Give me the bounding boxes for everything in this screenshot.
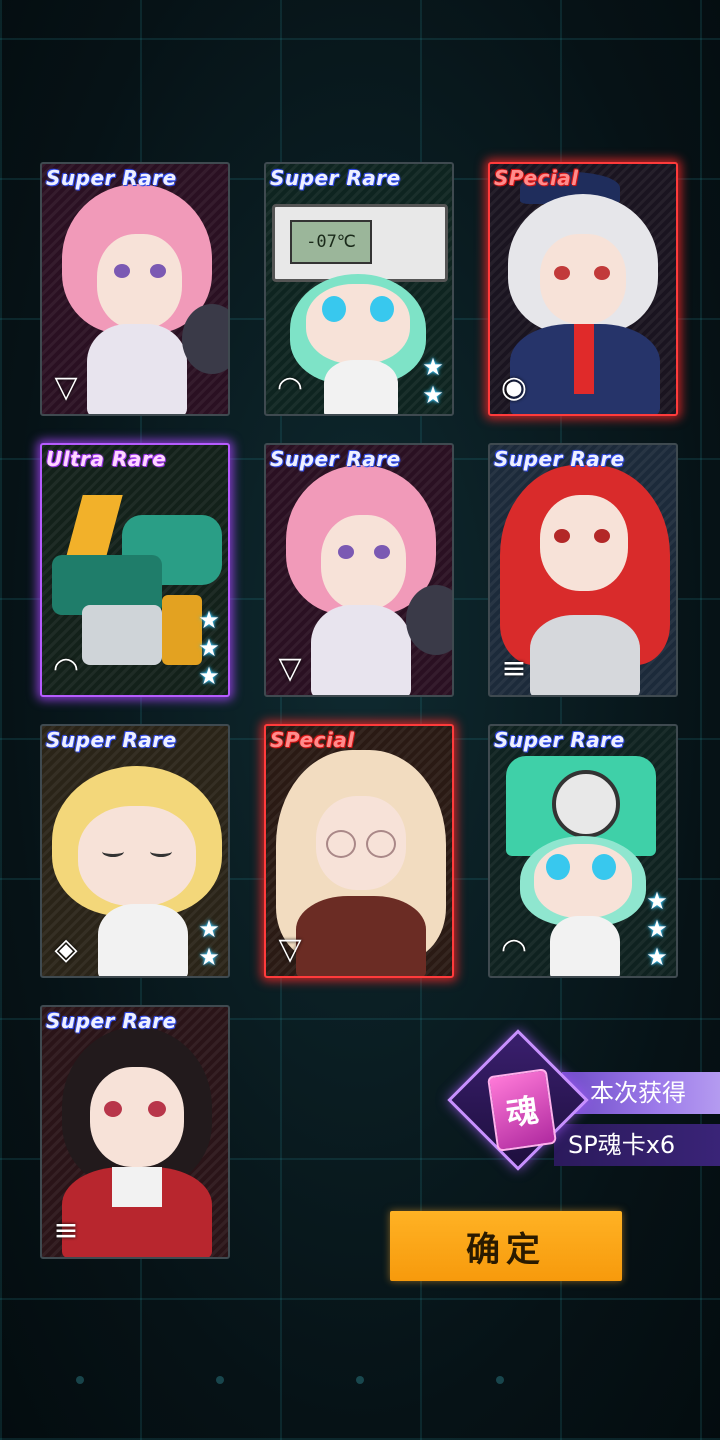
wifi-icon: ◠ (52, 651, 80, 686)
star-icon: ★ (198, 662, 220, 690)
star-icon: ★ (422, 353, 444, 381)
reward-amount: SP魂卡x6 (554, 1124, 720, 1166)
grid-node (76, 1376, 84, 1384)
reward-summary: 本次获得 SP魂卡x6 魂 (447, 1029, 720, 1171)
rarity-label: Super Rare (270, 447, 401, 471)
character-card-5[interactable]: Super Rare ▽ (264, 443, 454, 697)
character-card-10[interactable]: Super Rare ≡ (40, 1005, 230, 1259)
star-icon: ★ (198, 634, 220, 662)
triangle-icon: ▽ (278, 932, 302, 967)
temperature-display: -07℃ (290, 220, 372, 264)
rarity-label: SPecial (494, 166, 579, 190)
character-card-7[interactable]: Super Rare ◈ ★ ★ (40, 724, 230, 978)
star-rating: ★ ★ ★ (196, 607, 222, 689)
grid-node (356, 1376, 364, 1384)
wifi-icon: ◠ (276, 370, 304, 405)
star-rating: ★ ★ ★ (644, 888, 670, 970)
rarity-label: Ultra Rare (46, 447, 167, 471)
wifi-icon: ◠ (500, 932, 528, 967)
character-card-1[interactable]: Super Rare ▽ (40, 162, 230, 416)
soul-card-icon: 魂 (487, 1068, 557, 1152)
reward-title: 本次获得 (562, 1072, 720, 1114)
character-card-9[interactable]: Super Rare ◠ ★ ★ ★ (488, 724, 678, 978)
rarity-label: Super Rare (270, 166, 401, 190)
star-rating: ★ ★ (420, 354, 446, 408)
grid-node (496, 1376, 504, 1384)
character-card-2[interactable]: -07℃ Super Rare ◠ ★ ★ (264, 162, 454, 416)
rarity-label: Super Rare (46, 728, 177, 752)
character-card-3[interactable]: SPecial ◉ (488, 162, 678, 416)
rarity-label: Super Rare (494, 728, 625, 752)
character-card-4[interactable]: Ultra Rare ◠ ★ ★ ★ (40, 443, 230, 697)
star-icon: ★ (646, 943, 668, 971)
character-card-6[interactable]: Super Rare ≡ (488, 443, 678, 697)
stripes-icon: ≡ (53, 1213, 79, 1248)
rarity-label: Super Rare (46, 166, 177, 190)
star-icon: ★ (646, 887, 668, 915)
rarity-label: Super Rare (494, 447, 625, 471)
star-icon: ★ (646, 915, 668, 943)
character-card-8[interactable]: SPecial ▽ (264, 724, 454, 978)
triangle-icon: ▽ (278, 651, 302, 686)
star-icon: ★ (198, 606, 220, 634)
diamond-icon: ◈ (54, 932, 78, 967)
drop-icon: ◉ (500, 370, 528, 405)
confirm-button[interactable]: 确定 (390, 1211, 622, 1281)
star-icon: ★ (198, 915, 220, 943)
star-icon: ★ (422, 381, 444, 409)
rarity-label: Super Rare (46, 1009, 177, 1033)
rarity-label: SPecial (270, 728, 355, 752)
triangle-icon: ▽ (54, 370, 78, 405)
star-rating: ★ ★ (196, 916, 222, 970)
star-icon: ★ (198, 943, 220, 971)
grid-node (216, 1376, 224, 1384)
stripes-icon: ≡ (501, 651, 527, 686)
